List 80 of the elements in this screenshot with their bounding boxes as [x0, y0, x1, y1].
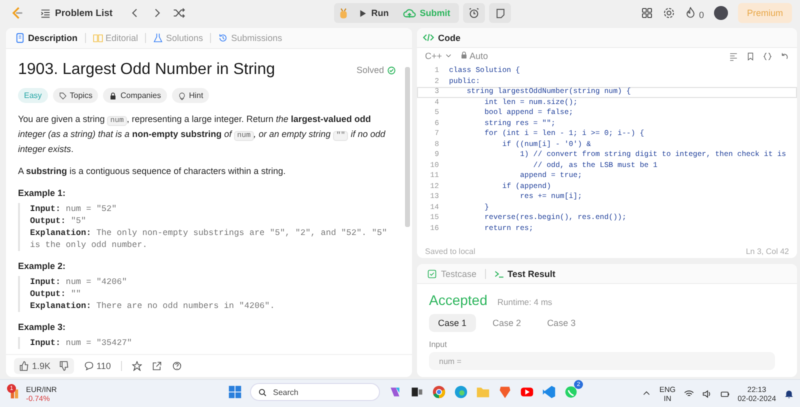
example-line: Input: num = "35427" — [30, 337, 134, 349]
thumbs-down-icon[interactable] — [58, 361, 69, 371]
chevron-down-icon — [444, 52, 452, 59]
run-button[interactable]: Run — [352, 5, 395, 21]
search-icon — [258, 388, 267, 397]
auto-mode-toggle[interactable]: Auto — [460, 51, 488, 61]
case-tab[interactable]: Case 3 — [538, 314, 585, 332]
note-icon — [494, 8, 506, 18]
alarm-button[interactable] — [463, 3, 486, 23]
bookmark-icon[interactable] — [746, 52, 755, 60]
tag-icon — [58, 92, 67, 100]
panel-title: Code — [438, 32, 460, 42]
example-line: Output: "5" — [30, 215, 88, 227]
braces-icon[interactable] — [763, 52, 772, 60]
document-icon — [15, 33, 25, 43]
example-heading: Example 3: — [18, 322, 67, 332]
example-line: Explanation: There are no odd numbers in "4206". — [30, 300, 276, 312]
format-icon[interactable] — [729, 52, 738, 60]
tag-button[interactable]: Topics — [52, 88, 98, 103]
problem-title: 1903. Largest Odd Number in String — [18, 61, 276, 79]
speaker-icon[interactable] — [702, 388, 712, 398]
list-icon — [40, 8, 51, 18]
thumbs-up-icon — [19, 361, 29, 371]
lightbulb-icon — [178, 92, 186, 100]
example-line: Input: num = "52" — [30, 203, 118, 215]
comment-icon — [84, 361, 94, 371]
share-icon[interactable] — [152, 361, 162, 371]
book-icon — [92, 33, 103, 43]
notes-button[interactable] — [489, 3, 512, 23]
language-dropdown[interactable]: C++ — [425, 51, 452, 61]
example-heading: Example 2: — [18, 261, 67, 271]
bell-icon[interactable] — [784, 388, 794, 398]
input-label: Input — [428, 339, 448, 351]
panel-tab[interactable]: Test Result — [490, 266, 560, 280]
avatar[interactable] — [714, 6, 728, 20]
battery-icon[interactable] — [720, 388, 730, 398]
streak-counter[interactable]: 0 — [684, 6, 704, 20]
start-icon[interactable] — [228, 385, 242, 399]
save-status: Saved to local — [425, 246, 476, 256]
comments-button[interactable]: 110 — [84, 361, 111, 371]
undo-icon[interactable] — [780, 52, 789, 60]
verdict-text: Accepted — [429, 292, 488, 308]
lock-icon — [460, 51, 468, 59]
checkbox-icon — [427, 268, 437, 278]
example-line: Output: "" — [30, 288, 82, 300]
case-tab[interactable]: Case 2 — [484, 314, 530, 332]
example-line: Input: num = "4206" — [30, 276, 128, 288]
play-icon — [358, 8, 368, 18]
chat-app-icon[interactable] — [564, 385, 578, 399]
check-circle-icon — [387, 66, 396, 74]
lock-icon — [109, 92, 118, 100]
flame-icon — [684, 6, 696, 18]
task-view-icon[interactable] — [410, 385, 424, 399]
settings-icon[interactable] — [662, 7, 675, 19]
runtime-text: Runtime: 4 ms — [497, 297, 552, 307]
cloud-upload-icon — [402, 6, 416, 20]
chrome-icon[interactable] — [432, 385, 446, 399]
panel-tab[interactable]: Description — [10, 31, 83, 45]
problem-list-button[interactable]: Problem List — [34, 4, 119, 22]
example-heading: Example 1: — [18, 188, 67, 198]
scrollbar[interactable] — [405, 67, 410, 227]
star-icon[interactable] — [132, 361, 142, 371]
search-field[interactable]: Search — [250, 383, 380, 401]
wifi-icon[interactable] — [684, 388, 694, 398]
help-icon[interactable] — [172, 361, 182, 371]
grid-icon[interactable] — [640, 7, 653, 19]
alarm-clock-icon — [468, 7, 480, 19]
youtube-icon[interactable] — [520, 385, 534, 399]
cursor-position: Ln 3, Col 42 — [746, 246, 789, 256]
description-paragraph: A substring is a contiguous sequence of characters within a string. — [18, 165, 287, 178]
example-line: Explanation: The only non-empty substrings are "5", "2", and "52". "5" is the only odd number. — [30, 227, 388, 251]
flask-icon — [153, 33, 164, 43]
terminal-icon — [494, 268, 504, 278]
history-icon — [218, 33, 228, 43]
tag-button[interactable]: Companies — [103, 88, 167, 103]
shuffle-icon[interactable] — [172, 7, 185, 19]
case-tab[interactable]: Case 1 — [429, 314, 476, 332]
solved-status: Solved — [356, 65, 396, 75]
code-icon — [423, 32, 434, 43]
tag-button[interactable]: Hint — [172, 88, 210, 103]
